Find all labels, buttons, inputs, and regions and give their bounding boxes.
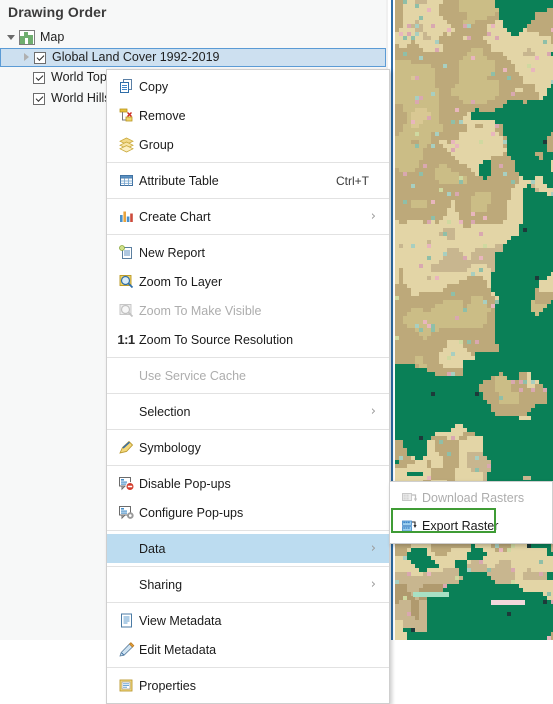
menu-item-label: Data [139, 541, 166, 556]
menu-item-label: Attribute Table [139, 173, 219, 188]
menu-item-selection[interactable]: Selection › [107, 397, 389, 426]
submenu-item-download-rasters: Download Rasters [390, 484, 552, 512]
disable-popup-icon [113, 474, 139, 494]
menu-separator [107, 667, 389, 668]
menu-separator [107, 465, 389, 466]
menu-item-disable-pop-ups[interactable]: Disable Pop-ups [107, 469, 389, 498]
export-raster-icon [396, 516, 422, 536]
map-canvas[interactable] [386, 0, 553, 640]
menu-separator [107, 429, 389, 430]
menu-icon-placeholder [113, 366, 139, 386]
chevron-right-icon[interactable] [21, 52, 32, 63]
menu-item-label: Edit Metadata [139, 642, 217, 657]
menu-item-label: Configure Pop-ups [139, 505, 244, 520]
menu-item-label: Zoom To Source Resolution [139, 332, 294, 347]
menu-item-new-report[interactable]: New Report [107, 238, 389, 267]
menu-item-label: Zoom To Layer [139, 274, 223, 289]
download-raster-icon [396, 488, 422, 508]
menu-item-properties[interactable]: Properties [107, 671, 389, 700]
properties-icon [113, 676, 139, 696]
configure-popup-icon [113, 503, 139, 523]
menu-icon-placeholder [113, 402, 139, 422]
menu-item-label: Group [139, 137, 174, 152]
menu-item-attribute-table[interactable]: Attribute Table Ctrl+T [107, 166, 389, 195]
chevron-empty-icon [20, 72, 31, 83]
menu-separator [107, 198, 389, 199]
menu-item-label: Remove [139, 108, 186, 123]
layer-row[interactable]: Global Land Cover 1992-2019 [0, 48, 386, 67]
menu-item-group[interactable]: Group [107, 130, 389, 159]
menu-item-label: Disable Pop-ups [139, 476, 231, 491]
menu-item-label: Properties [139, 678, 196, 693]
menu-separator [107, 566, 389, 567]
chart-icon [113, 207, 139, 227]
menu-item-symbology[interactable]: Symbology [107, 433, 389, 462]
menu-item-view-metadata[interactable]: View Metadata [107, 606, 389, 635]
menu-item-data[interactable]: Data › [107, 534, 389, 563]
menu-item-sharing[interactable]: Sharing › [107, 570, 389, 599]
menu-separator [107, 162, 389, 163]
menu-separator [107, 234, 389, 235]
layer-label: Map [40, 30, 65, 44]
menu-separator [107, 357, 389, 358]
layer-visibility-checkbox[interactable] [33, 92, 45, 105]
map-root-row[interactable]: Map [0, 27, 386, 48]
layer-visibility-checkbox[interactable] [34, 51, 46, 64]
zoom-layer-icon [113, 272, 139, 292]
chevron-right-icon: › [370, 541, 376, 556]
menu-item-use-service-cache: Use Service Cache [107, 361, 389, 390]
one-to-one-icon: 1:1 [117, 332, 135, 347]
copy-icon [113, 77, 139, 97]
menu-item-label: Create Chart [139, 209, 211, 224]
menu-separator [107, 602, 389, 603]
menu-item-zoom-to-make-visible: Zoom To Make Visible [107, 296, 389, 325]
submenu-item-label: Export Raster [422, 519, 499, 533]
menu-item-copy[interactable]: Copy [107, 72, 389, 101]
menu-item-label: New Report [139, 245, 205, 260]
menu-item-label: Use Service Cache [139, 368, 246, 383]
menu-icon-placeholder [113, 575, 139, 595]
layer-visibility-checkbox[interactable] [33, 71, 45, 84]
menu-item-label: View Metadata [139, 613, 222, 628]
submenu-item-export-raster[interactable]: Export Raster [390, 512, 552, 540]
chevron-right-icon: › [370, 404, 376, 419]
group-icon [113, 135, 139, 155]
menu-icon-placeholder [113, 539, 139, 559]
menu-item-label: Copy [139, 79, 169, 94]
menu-item-label: Symbology [139, 440, 201, 455]
menu-item-shortcut: Ctrl+T [336, 173, 369, 188]
view-metadata-icon [113, 611, 139, 631]
zoom-visible-icon [113, 301, 139, 321]
chevron-right-icon: › [370, 209, 376, 224]
menu-item-label: Zoom To Make Visible [139, 303, 262, 318]
menu-separator [107, 530, 389, 531]
menu-item-edit-metadata[interactable]: Edit Metadata [107, 635, 389, 664]
menu-item-remove[interactable]: Remove [107, 101, 389, 130]
page-title: Drawing Order [8, 4, 107, 20]
land-cover-raster [395, 0, 553, 640]
menu-item-configure-pop-ups[interactable]: Configure Pop-ups [107, 498, 389, 527]
edit-metadata-icon [113, 640, 139, 660]
symbology-icon [113, 438, 139, 458]
layer-context-menu[interactable]: Copy Remove Group Attribute Table Ctrl+T Crea… [106, 69, 390, 704]
chevron-empty-icon [20, 93, 31, 104]
submenu-item-label: Download Rasters [422, 491, 525, 505]
chevron-right-icon: › [370, 577, 376, 592]
chevron-down-icon[interactable] [6, 32, 17, 43]
layer-label: Global Land Cover 1992-2019 [52, 50, 220, 64]
remove-icon [113, 106, 139, 126]
menu-item-label: Selection [139, 404, 191, 419]
table-icon [113, 171, 139, 191]
menu-item-zoom-to-layer[interactable]: Zoom To Layer [107, 267, 389, 296]
menu-item-zoom-to-source-resolution[interactable]: 1:1 Zoom To Source Resolution [107, 325, 389, 354]
menu-separator [107, 393, 389, 394]
data-submenu[interactable]: Download Rasters Export Raster [389, 481, 553, 544]
menu-item-create-chart[interactable]: Create Chart › [107, 202, 389, 231]
map-icon [19, 30, 35, 45]
report-icon [113, 243, 139, 263]
menu-item-label: Sharing [139, 577, 183, 592]
